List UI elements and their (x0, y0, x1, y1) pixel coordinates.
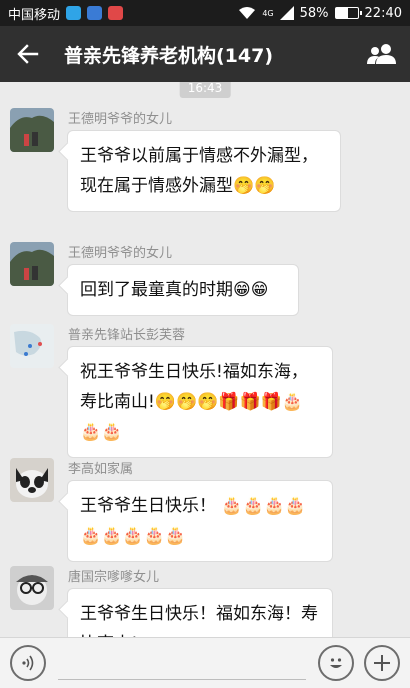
message-bubble[interactable]: 王爷爷生日快乐！ 🎂🎂🎂🎂🎂🎂🎂🎂🎂 (67, 480, 333, 562)
carrier-label: 中国移动 (8, 7, 61, 23)
message-item: 王德明爷爷的女儿 回到了最童真的时期😁😁 (10, 242, 400, 322)
title-bar: 普亲先锋养老机构(147) (0, 26, 410, 82)
message-item: 李高如家属 王爷爷生日快乐！ 🎂🎂🎂🎂🎂🎂🎂🎂🎂 (10, 458, 400, 578)
input-bar (0, 637, 410, 688)
message-item: 王德明爷爷的女儿 王爷爷以前属于情感不外漏型，现在属于情感外漏型🤭🤭 (10, 108, 400, 238)
message-item: 普亲先锋站长彭芙蓉 祝王爷爷生日快乐!福如东海，寿比南山!🤭🤭🤭🎁🎁🎁🎂🎂🎂 (10, 324, 400, 458)
photo-icon (87, 6, 103, 20)
avatar[interactable] (10, 108, 54, 152)
message-timestamp: 16:43 (179, 82, 231, 98)
voice-button[interactable] (10, 645, 46, 681)
message-bubble[interactable]: 王爷爷生日快乐！福如东海！寿比南山! (67, 588, 333, 637)
add-button[interactable] (364, 645, 400, 681)
status-bar: 中国移动 4G 58% 22:40 (0, 0, 410, 26)
voice-icon (22, 655, 34, 671)
chat-message-list[interactable]: 16:43 王德明爷爷的女儿 王爷爷以前属于情感不外漏型，现在属于情感外漏型🤭🤭… (0, 82, 410, 637)
avatar[interactable] (10, 324, 54, 368)
emoji-icon (330, 658, 342, 668)
battery-percent: 58% (299, 5, 329, 21)
battery-icon (334, 7, 362, 19)
page-title: 普亲先锋养老机构(147) (64, 44, 274, 67)
clock: 22:40 (364, 5, 402, 21)
status-right: 4G 58% 22:40 (238, 6, 402, 21)
app-icon (108, 6, 124, 20)
plus-icon (374, 655, 390, 671)
sender-name: 李高如家属 (68, 462, 134, 477)
message-bubble[interactable]: 王爷爷以前属于情感不外漏型，现在属于情感外漏型🤭🤭 (67, 130, 341, 212)
back-button[interactable] (0, 26, 56, 82)
message-bubble[interactable]: 回到了最童真的时期😁😁 (67, 264, 299, 316)
group-members-icon (367, 44, 396, 64)
sender-name: 普亲先锋站长彭芙蓉 (68, 328, 186, 343)
wifi-icon (239, 7, 256, 19)
emoji-button[interactable] (318, 645, 354, 681)
message-bubble[interactable]: 祝王爷爷生日快乐!福如东海，寿比南山!🤭🤭🤭🎁🎁🎁🎂🎂🎂 (67, 346, 333, 458)
sender-name: 王德明爷爷的女儿 (68, 112, 173, 127)
message-input[interactable] (58, 646, 306, 680)
sender-name: 王德明爷爷的女儿 (68, 246, 173, 261)
sender-name: 唐国宗嗲嗲女儿 (68, 570, 160, 585)
arrow-left-icon (17, 44, 39, 64)
battery-level (335, 8, 349, 18)
network-type: 4G (262, 8, 274, 18)
avatar[interactable] (10, 458, 54, 502)
avatar[interactable] (10, 566, 54, 610)
signal-icon (279, 6, 294, 20)
status-left: 中国移动 (8, 4, 124, 23)
message-item: 唐国宗嗲嗲女儿 王爷爷生日快乐！福如东海！寿比南山! (10, 566, 400, 637)
group-members-button[interactable] (354, 26, 410, 82)
message-icon (66, 6, 82, 20)
avatar[interactable] (10, 242, 54, 286)
